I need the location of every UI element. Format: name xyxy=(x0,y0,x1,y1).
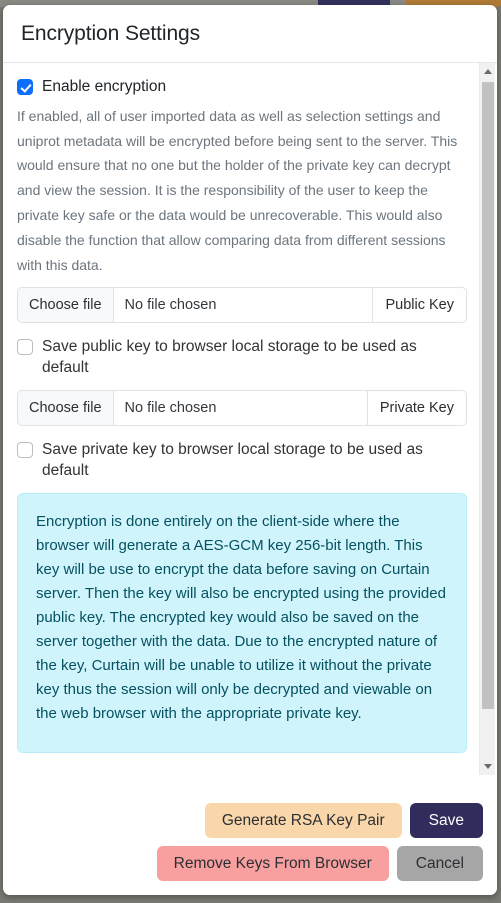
footer-row-primary: Generate RSA Key Pair Save xyxy=(204,802,483,838)
private-key-file-input-group[interactable]: Choose file No file chosen Private Key xyxy=(17,390,467,427)
enable-encryption-checkbox[interactable] xyxy=(17,79,33,95)
save-button[interactable]: Save xyxy=(409,802,483,838)
modal-body-scrollbar[interactable] xyxy=(479,63,495,775)
caret-up-icon[interactable] xyxy=(480,63,496,80)
caret-down-icon[interactable] xyxy=(480,758,496,775)
save-private-key-row[interactable]: Save private key to browser local storag… xyxy=(17,440,467,481)
modal-footer: Generate RSA Key Pair Save Remove Keys F… xyxy=(3,792,497,895)
private-key-choose-file-button[interactable]: Choose file xyxy=(18,391,114,426)
remove-keys-from-browser-button[interactable]: Remove Keys From Browser xyxy=(156,845,389,881)
generate-rsa-key-pair-button[interactable]: Generate RSA Key Pair xyxy=(204,802,402,838)
enable-encryption-label: Enable encryption xyxy=(42,78,167,95)
save-public-key-label: Save public key to browser local storage… xyxy=(42,337,417,376)
public-key-file-status: No file chosen xyxy=(113,287,373,322)
public-key-label: Public Key xyxy=(372,287,466,322)
save-private-key-label: Save private key to browser local storag… xyxy=(42,441,423,479)
scrollbar-thumb[interactable] xyxy=(482,82,494,709)
enable-encryption-row[interactable]: Enable encryption xyxy=(17,77,467,98)
save-public-key-row[interactable]: Save public key to browser local storage… xyxy=(17,337,467,378)
public-key-file-input-group[interactable]: Choose file No file chosen Public Key xyxy=(17,286,467,323)
save-public-key-checkbox[interactable] xyxy=(17,338,33,355)
encryption-info-alert: Encryption is done entirely on the clien… xyxy=(17,493,467,754)
encryption-settings-modal: Encryption Settings Enable encryption If… xyxy=(3,5,497,895)
enable-encryption-description: If enabled, all of user imported data as… xyxy=(17,107,458,274)
cancel-button[interactable]: Cancel xyxy=(396,845,483,881)
modal-body: Enable encryption If enabled, all of use… xyxy=(3,63,497,793)
modal-header: Encryption Settings xyxy=(3,5,497,63)
private-key-label: Private Key xyxy=(366,391,466,426)
save-private-key-checkbox[interactable] xyxy=(17,442,33,459)
page-title: Encryption Settings xyxy=(21,21,201,45)
footer-row-secondary: Remove Keys From Browser Cancel xyxy=(156,845,483,881)
public-key-choose-file-button[interactable]: Choose file xyxy=(18,287,114,322)
private-key-file-status: No file chosen xyxy=(113,391,367,426)
